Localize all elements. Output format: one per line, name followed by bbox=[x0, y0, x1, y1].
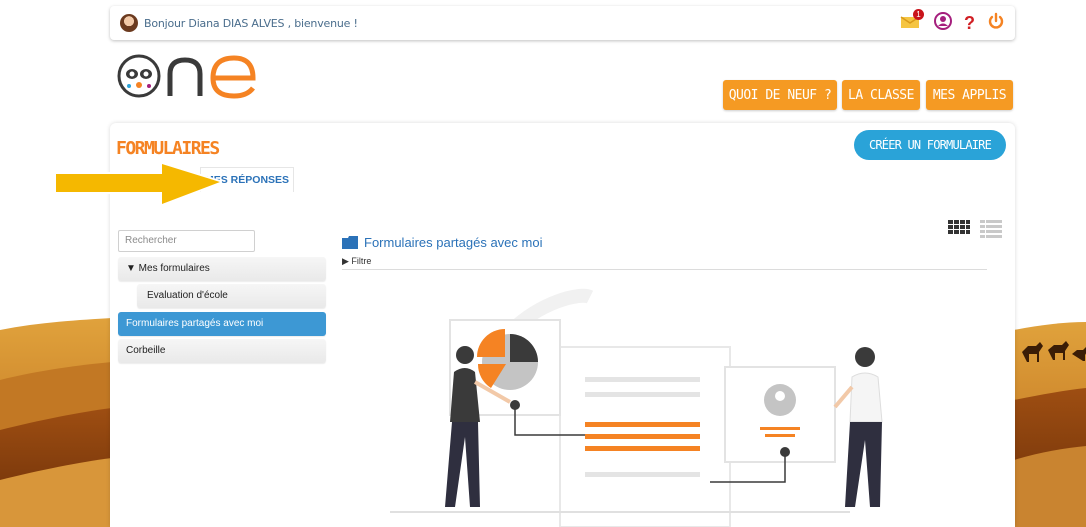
woman-right bbox=[833, 347, 883, 507]
yellow-arrow-annotation bbox=[54, 162, 222, 206]
top-icons: 1 ? bbox=[900, 8, 1005, 35]
notification-badge: 1 bbox=[913, 8, 924, 20]
sidebar-item-school-evaluation[interactable]: Evaluation d'école bbox=[137, 284, 326, 308]
sidebar-item-my-forms[interactable]: ▼ Mes formulaires bbox=[118, 257, 326, 281]
empty-state-illustration bbox=[390, 288, 883, 527]
grid-view-icon[interactable] bbox=[948, 220, 970, 243]
sidebar-item-shared-forms[interactable]: Formulaires partagés avec moi bbox=[118, 312, 326, 336]
greeting-text: Bonjour Diana DIAS ALVES , bienvenue ! bbox=[144, 16, 358, 30]
avatar[interactable] bbox=[120, 14, 138, 32]
nav-whats-new-button[interactable]: QUOI DE NEUF ? bbox=[723, 80, 837, 110]
one-logo[interactable] bbox=[115, 50, 260, 105]
list-view-icon[interactable] bbox=[980, 220, 1002, 243]
page-title: FORMULAIRES bbox=[116, 138, 220, 159]
top-bar: Bonjour Diana DIAS ALVES , bienvenue ! 1… bbox=[110, 6, 1015, 40]
help-icon[interactable]: ? bbox=[964, 13, 975, 34]
nav-my-apps-button[interactable]: MES APPLIS bbox=[926, 80, 1013, 110]
mail-icon[interactable]: 1 bbox=[900, 8, 924, 34]
user-icon[interactable] bbox=[934, 11, 952, 35]
nav-class-button[interactable]: LA CLASSE bbox=[842, 80, 920, 110]
sidebar-item-trash[interactable]: Corbeille bbox=[118, 339, 326, 363]
create-form-button[interactable]: CRÉER UN FORMULAIRE bbox=[854, 130, 1006, 160]
power-icon[interactable] bbox=[987, 12, 1005, 35]
search-input[interactable]: Rechercher bbox=[118, 230, 255, 252]
